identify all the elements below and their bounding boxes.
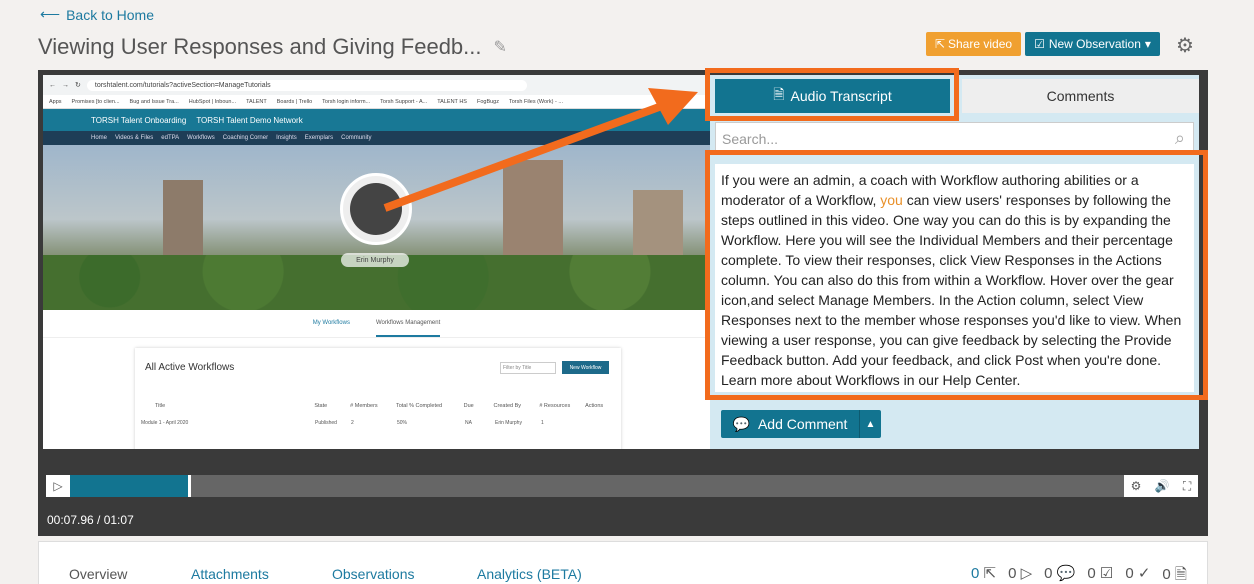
volume-icon[interactable]: 🔊 bbox=[1155, 479, 1170, 493]
video-controls: ▷ ⚙ 🔊 ⛶ bbox=[46, 475, 1198, 497]
table-cell: Erin Murphy bbox=[495, 420, 522, 426]
attachments-count: 0 🗎 bbox=[1162, 566, 1187, 583]
table-cell: Module 1 - April 2020 bbox=[141, 420, 189, 426]
time-readout: 00:07.96 / 01:07 bbox=[47, 513, 134, 527]
caret-up-icon[interactable]: ▲ bbox=[859, 410, 881, 438]
views-count: 0 ▷ bbox=[1008, 565, 1033, 582]
page-title: Viewing User Responses and Giving Feedb.… bbox=[38, 34, 482, 59]
tab-observations[interactable]: Observations bbox=[332, 566, 414, 582]
video-player: ← → ↻ torshtalent.com/tutorials?activeSe… bbox=[38, 68, 1208, 536]
table-row: Module 1 - April 2020 Published 2 50% NA Erin… bbox=[141, 420, 611, 426]
progress-fill bbox=[70, 475, 189, 497]
profile-name: Erin Murphy bbox=[341, 253, 409, 267]
table-header-cell: Actions bbox=[585, 403, 604, 409]
comment-icon: 💬 bbox=[732, 415, 750, 432]
tab-my-workflows: My Workflows bbox=[312, 320, 350, 326]
table-header-cell: Due bbox=[463, 403, 474, 409]
tab-overview[interactable]: Overview bbox=[69, 566, 127, 582]
play-icon[interactable]: ▷ bbox=[46, 475, 70, 497]
panel-title: All Active Workflows bbox=[145, 362, 235, 373]
share-video-button[interactable]: ⇱ Share video bbox=[926, 32, 1021, 56]
table-header-cell: Total % Completed bbox=[395, 403, 443, 409]
settings-icon[interactable]: ⚙ bbox=[1131, 479, 1142, 493]
tab-comments[interactable]: Comments bbox=[962, 79, 1199, 113]
search-icon: ⌕ bbox=[1174, 128, 1185, 148]
new-observation-label: New Observation bbox=[1048, 37, 1141, 51]
pencil-icon[interactable]: ✎ bbox=[494, 37, 507, 57]
completed-count: 0 ✓ bbox=[1125, 565, 1151, 582]
highlight-box-tab bbox=[705, 68, 959, 121]
share-count: 0 ⇱ bbox=[971, 565, 997, 582]
stats: 0 ⇱ 0 ▷ 0 💬 0 ☑ 0 ✓ 0 🗎 bbox=[971, 564, 1187, 584]
tab-attachments[interactable]: Attachments bbox=[191, 566, 269, 582]
back-to-home-link[interactable]: ⟵ Back to Home bbox=[40, 6, 154, 23]
table-header-cell: Title bbox=[155, 403, 166, 409]
table-cell: 1 bbox=[541, 420, 544, 426]
gear-icon[interactable]: ⚙ bbox=[1176, 33, 1194, 58]
page-title-row: Viewing User Responses and Giving Feedb.… bbox=[38, 34, 507, 60]
observations-count: 0 ☑ bbox=[1087, 565, 1114, 582]
fullscreen-icon[interactable]: ⛶ bbox=[1183, 479, 1191, 494]
bottom-tabs: Overview Attachments Observations Analyt… bbox=[38, 541, 1208, 584]
arrow-left-icon: ⟵ bbox=[40, 6, 61, 22]
table-cell: NA bbox=[465, 420, 472, 426]
annotation-arrow bbox=[383, 88, 698, 212]
new-workflow-button: New Workflow bbox=[562, 361, 609, 374]
add-comment-label: Add Comment bbox=[757, 416, 848, 432]
highlight-box-transcript bbox=[705, 150, 1208, 400]
workflows-panel: All Active Workflows Filter by Title New… bbox=[135, 348, 621, 449]
new-observation-button[interactable]: ☑ New Observation ▾ bbox=[1025, 32, 1160, 56]
comments-count: 0 💬 bbox=[1044, 565, 1076, 582]
share-icon: ⇱ bbox=[934, 37, 945, 51]
progress-handle[interactable] bbox=[188, 475, 192, 497]
table-header-cell: Created By bbox=[493, 403, 522, 409]
filter-input: Filter by Title bbox=[500, 362, 556, 374]
table-header: Title State # Members Total % Completed Due C… bbox=[155, 403, 615, 409]
tab-analytics[interactable]: Analytics (BETA) bbox=[477, 566, 582, 582]
checkbox-icon: ☑ bbox=[1034, 37, 1045, 51]
workflow-tabs: My Workflows Workflows Management bbox=[43, 310, 710, 338]
table-cell: 2 bbox=[351, 420, 354, 426]
table-cell: 50% bbox=[397, 420, 408, 426]
table-cell: Published bbox=[315, 420, 337, 426]
add-comment-button[interactable]: 💬 Add Comment ▲ bbox=[721, 410, 881, 438]
table-header-cell: # Members bbox=[350, 403, 378, 409]
tab-workflows-management: Workflows Management bbox=[375, 320, 441, 337]
table-header-cell: # Resources bbox=[539, 403, 571, 409]
table-header-cell: State bbox=[314, 403, 328, 409]
caret-down-icon: ▾ bbox=[1144, 37, 1151, 51]
control-icons: ⚙ 🔊 ⛶ bbox=[1124, 475, 1198, 497]
share-label: Share video bbox=[948, 37, 1013, 51]
back-label: Back to Home bbox=[66, 6, 155, 23]
